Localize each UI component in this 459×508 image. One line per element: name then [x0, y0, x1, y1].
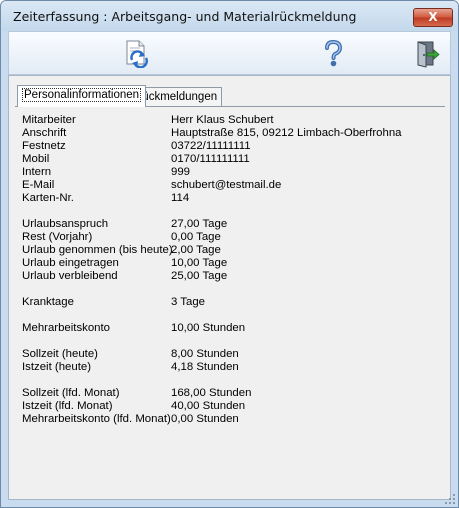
info-label: Mehrarbeitskonto	[22, 322, 111, 334]
info-value: 0,00 Stunden	[171, 413, 239, 425]
info-label: Kranktage	[22, 296, 74, 308]
info-label: Karten-Nr.	[22, 192, 74, 204]
info-value: 2,00 Tage	[171, 244, 221, 256]
info-label: Anschrift	[22, 127, 67, 139]
refresh-document-icon	[126, 40, 148, 69]
info-value: 999	[171, 166, 191, 178]
info-label: Istzeit (lfd. Monat)	[22, 400, 113, 412]
info-value: 03722/11111111	[171, 140, 251, 152]
personal-info-pane: Mitarbeiter Herr Klaus Schubert Anschrift H…	[15, 106, 445, 487]
info-label: Istzeit (heute)	[22, 361, 92, 373]
info-value: 10,00 Stunden	[171, 322, 246, 334]
info-value: 25,00 Tage	[171, 270, 228, 282]
info-label: Festnetz	[22, 140, 66, 152]
info-value: Hauptstraße 815, 09212 Limbach-Oberfrohn…	[171, 127, 402, 139]
application-window: Zeiterfassung : Arbeitsgang- und Materia…	[0, 0, 459, 508]
info-label: Mitarbeiter	[22, 114, 76, 126]
toolbar	[8, 31, 451, 75]
info-label: Intern	[22, 166, 52, 178]
info-value: 114	[171, 192, 190, 204]
info-value: 0,00 Tage	[171, 231, 221, 243]
info-label: Sollzeit (heute)	[22, 348, 98, 360]
window-title: Zeiterfassung : Arbeitsgang- und Materia…	[13, 9, 357, 24]
info-value: 27,00 Tage	[171, 218, 228, 230]
info-label: Urlaub genommen (bis heute)	[22, 244, 173, 256]
info-label: Urlaub eingetragen	[22, 257, 119, 269]
info-value: 168,00 Stunden	[171, 387, 252, 399]
info-label: Sollzeit (lfd. Monat)	[22, 387, 120, 399]
tab-label: Rückmeldungen	[134, 91, 218, 103]
info-label: Mehrarbeitskonto (lfd. Monat)	[22, 413, 171, 425]
info-label: Rest (Vorjahr)	[22, 231, 93, 243]
refresh-document-button[interactable]	[121, 38, 151, 69]
info-value: 8,00 Stunden	[171, 348, 239, 360]
info-label: E-Mail	[22, 179, 55, 191]
info-value: 3 Tage	[171, 296, 205, 308]
info-value: 40,00 Stunden	[171, 400, 246, 412]
resize-grip-icon[interactable]	[444, 493, 456, 505]
main-panel: Personalinformationen Rückmeldungen Mita…	[8, 75, 451, 500]
info-label: Urlaubsanspruch	[22, 218, 109, 230]
help-button[interactable]	[318, 38, 348, 68]
tab-label: Personalinformationen	[22, 88, 142, 102]
title-bar[interactable]: Zeiterfassung : Arbeitsgang- und Materia…	[1, 1, 458, 31]
help-icon	[325, 39, 343, 67]
close-button[interactable]: X	[413, 8, 453, 27]
tab-personalinformationen[interactable]: Personalinformationen	[17, 85, 147, 107]
info-label: Mobil	[22, 153, 50, 165]
info-value: schubert@testmail.de	[171, 179, 282, 191]
exit-door-icon	[417, 41, 440, 68]
info-value: 4,18 Stunden	[171, 361, 239, 373]
exit-button[interactable]	[411, 38, 441, 68]
info-value: Herr Klaus Schubert	[171, 114, 274, 126]
info-value: 0170/111111111	[171, 153, 250, 165]
info-value: 10,00 Tage	[171, 257, 228, 269]
info-label: Urlaub verbleibend	[22, 270, 118, 282]
